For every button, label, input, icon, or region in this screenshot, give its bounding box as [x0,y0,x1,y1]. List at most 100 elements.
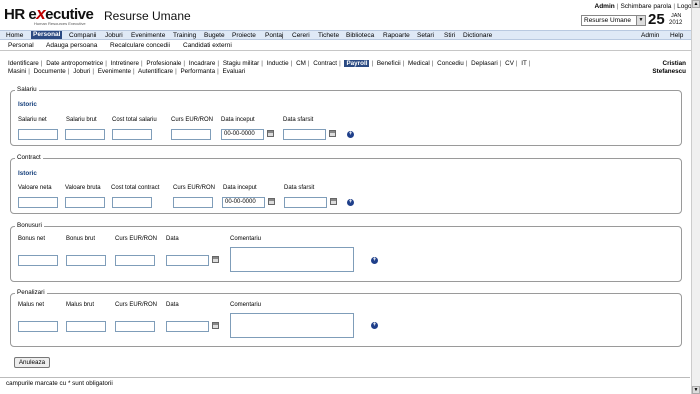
tab-joburi[interactable]: Joburi [73,68,90,75]
tab-documente[interactable]: Documente [34,68,66,75]
curs-eur-ron-input[interactable] [115,321,155,332]
hr-executive-logo: HR executive Human Resources Executive [4,4,94,26]
data-input[interactable] [166,255,209,266]
calendar-icon[interactable] [212,322,219,329]
penalizari-section: Penalizari Malus net Malus brut Curs EUR… [10,289,682,347]
calendar-icon[interactable] [329,130,336,137]
calendar-icon[interactable] [212,256,219,263]
valoare-bruta-label: Valoare bruta [65,185,101,191]
menu-stiri[interactable]: Stiri [444,32,455,39]
add-icon[interactable]: + [371,322,378,329]
tab-cm[interactable]: CM [296,60,306,67]
scroll-down-icon[interactable]: ▼ [692,386,700,394]
data-inceput-input[interactable]: 00-00-0000 [222,197,265,208]
tab-medical[interactable]: Medical [408,60,430,67]
menu-admin[interactable]: Admin [641,32,659,39]
comentariu-label: Comentariu [230,302,262,308]
tab-intretinere[interactable]: Intretinere [111,60,139,67]
salariu-brut-label: Salariu brut [66,117,97,123]
menu-home[interactable]: Home [6,32,23,39]
data-sfarsit-input[interactable] [284,197,327,208]
tab-identificare[interactable]: Identificare [8,60,39,67]
menu-joburi[interactable]: Joburi [105,32,123,39]
menu-pontaj[interactable]: Pontaj [265,32,283,39]
tab-profesionale[interactable]: Profesionale [146,60,181,67]
employee-tabs: Identificare | Date antropometrice | Intre… [8,60,531,75]
module-select[interactable]: Resurse Umane ▼ [581,15,646,26]
add-icon[interactable]: + [347,199,354,206]
malus-net-label: Malus net [18,302,45,308]
menu-cereri[interactable]: Cereri [292,32,310,39]
menu-help[interactable]: Help [670,32,683,39]
menu-training[interactable]: Training [173,32,196,39]
tab-cv[interactable]: CV [505,60,514,67]
bonusuri-section: Bonusuri Bonus net Bonus brut Curs EUR/R… [10,222,682,282]
cost-total-salariu-input[interactable] [112,129,152,140]
tab-evenimente[interactable]: Evenimente [98,68,131,75]
curs-eur-ron-label: Curs EUR/RON [173,185,216,191]
malus-net-input[interactable] [18,321,58,332]
scroll-up-icon[interactable]: ▲ [692,0,700,8]
tab-autentificare[interactable]: Autentificare [138,68,173,75]
menu-companii[interactable]: Companii [69,32,96,39]
add-icon[interactable]: + [371,257,378,264]
valoare-neta-input[interactable] [18,197,58,208]
add-icon[interactable]: + [347,131,354,138]
menu-biblioteca[interactable]: Biblioteca [346,32,374,39]
tab-it[interactable]: IT [521,60,527,67]
tab-incadrare[interactable]: Incadrare [189,60,216,67]
tab-date-antropometrice[interactable]: Date antropometrice [46,60,103,67]
change-password-link[interactable]: Schimbare parola [620,3,671,10]
contract-istoric-link[interactable]: Istoric [18,170,37,177]
comentariu-textarea[interactable] [230,247,354,272]
salariu-istoric-link[interactable]: Istoric [18,101,37,108]
bonus-net-input[interactable] [18,255,58,266]
cancel-button[interactable]: Anuleaza [14,357,50,368]
tab-concediu[interactable]: Concediu [437,60,464,67]
malus-brut-input[interactable] [66,321,106,332]
cost-total-contract-input[interactable] [112,197,152,208]
contract-section: Contract Istoric Valoare neta Valoare br… [10,154,682,214]
menu-proiecte[interactable]: Proiecte [232,32,256,39]
tab-payroll[interactable]: Payroll [344,60,370,67]
calendar-icon[interactable] [330,198,337,205]
menu-personal[interactable]: Personal [31,31,63,39]
bonus-brut-input[interactable] [66,255,106,266]
menu-rapoarte[interactable]: Rapoarte [383,32,410,39]
menu-setari[interactable]: Setari [417,32,434,39]
calendar-icon[interactable] [268,198,275,205]
data-inceput-input[interactable]: 00-00-0000 [221,129,264,140]
curs-eur-ron-input[interactable] [115,255,155,266]
salariu-net-input[interactable] [18,129,58,140]
salariu-brut-input[interactable] [65,129,105,140]
curs-eur-ron-input[interactable] [171,129,211,140]
tab-evaluari[interactable]: Evaluari [223,68,246,75]
tab-contract[interactable]: Contract [313,60,337,67]
submenu-recalculare-concedii[interactable]: Recalculare concedii [110,42,170,49]
tab-inductie[interactable]: Inductie [267,60,289,67]
comentariu-textarea[interactable] [230,313,354,338]
data-sfarsit-input[interactable] [283,129,326,140]
submenu-candidati-externi[interactable]: Candidati externi [183,42,232,49]
data-input[interactable] [166,321,209,332]
tab-deplasari[interactable]: Deplasari [471,60,498,67]
submenu-personal[interactable]: Personal [8,42,34,49]
tab-performanta[interactable]: Performanta [180,68,215,75]
submenu-adauga-persoana[interactable]: Adauga persoana [46,42,97,49]
vertical-scrollbar[interactable]: ▲ ▼ [691,0,700,394]
valoare-bruta-input[interactable] [65,197,105,208]
tab-beneficii[interactable]: Beneficii [377,60,401,67]
menu-dictionare[interactable]: Dictionare [463,32,492,39]
data-sfarsit-label: Data sfarsit [284,185,315,191]
curs-eur-ron-input[interactable] [173,197,213,208]
tab-stagiu-militar[interactable]: Stagiu militar [223,60,259,67]
valoare-neta-label: Valoare neta [18,185,52,191]
top-links: Admin | Schimbare parola | Logout [594,3,697,10]
admin-link[interactable]: Admin [595,3,615,10]
calendar-icon[interactable] [267,130,274,137]
menu-tichete[interactable]: Tichete [318,32,339,39]
sub-menu: Personal Adauga persoana Recalculare con… [0,40,700,51]
menu-bugete[interactable]: Bugete [204,32,225,39]
menu-evenimente[interactable]: Evenimente [131,32,165,39]
tab-masini[interactable]: Masini [8,68,26,75]
